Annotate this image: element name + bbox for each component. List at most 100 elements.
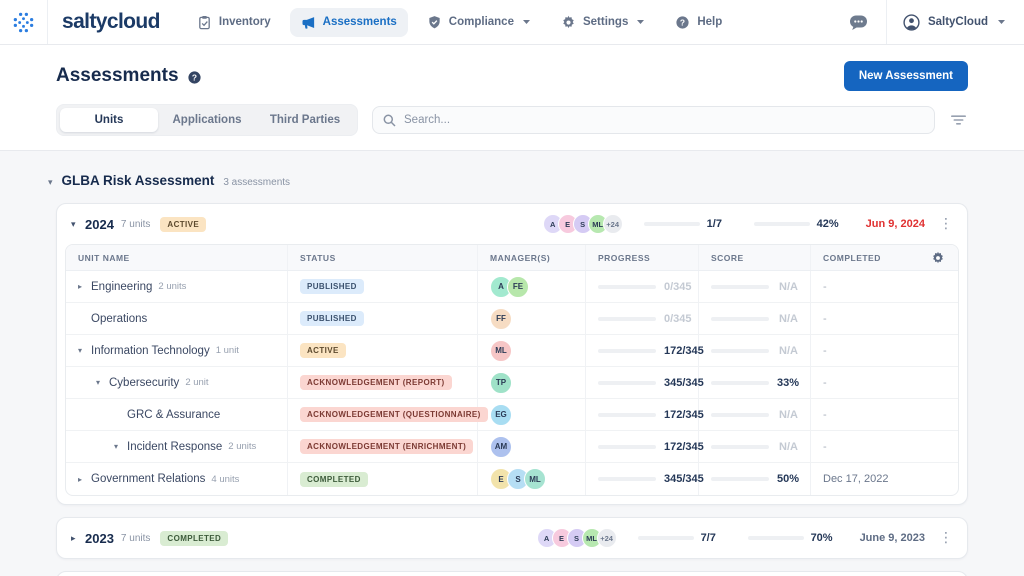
table-row[interactable]: GRC & Assurance ACKNOWLEDGEMENT (QUESTIO… <box>66 399 958 431</box>
app-logo[interactable] <box>0 0 48 44</box>
row-collapse-caret[interactable]: ▾ <box>114 442 127 451</box>
score-cell: 33% <box>699 367 811 398</box>
progress-cell: 345/345 <box>586 367 704 398</box>
status-cell: ACTIVE <box>288 335 478 366</box>
score-track <box>747 536 804 540</box>
due-date: Jun 9, 2024 <box>859 218 925 230</box>
score-label: 42% <box>816 218 839 230</box>
progress-cell: 172/345 <box>586 399 704 430</box>
megaphone-icon <box>301 15 316 30</box>
column-header-score[interactable]: SCORE <box>699 245 811 270</box>
avatar: FE <box>507 275 529 298</box>
nav-item-inventory[interactable]: Inventory <box>186 8 282 37</box>
progress-label: 0/345 <box>664 280 692 293</box>
assessment-card-header[interactable]: ▸ 2022 7 units COMPLETED A E S ML +99 7/… <box>57 572 967 576</box>
card-collapse-caret[interactable]: ▸ <box>71 533 85 544</box>
unit-subcount: 2 units <box>228 441 257 452</box>
assessment-status-badge: COMPLETED <box>160 530 229 546</box>
row-collapse-caret[interactable]: ▸ <box>78 475 91 484</box>
table-row[interactable]: ▾ Information Technology 1 unit ACTIVE M… <box>66 335 958 367</box>
unit-name-cell: Operations <box>66 303 288 334</box>
progress-track <box>643 222 700 226</box>
clipboard-icon <box>197 15 212 30</box>
unit-subcount: 4 units <box>211 473 240 485</box>
search-box[interactable] <box>372 106 935 134</box>
nav-item-compliance[interactable]: Compliance <box>416 8 542 37</box>
completed-cell: - <box>811 303 917 334</box>
table-row[interactable]: ▾ Incident Response 2 units ACKNOWLEDGEM… <box>66 431 958 463</box>
unit-name-cell: ▾ Cybersecurity 2 unit <box>66 367 288 398</box>
nav-item-help[interactable]: ? Help <box>664 8 733 37</box>
managers-cell: E S ML <box>478 463 586 495</box>
search-icon <box>383 114 396 127</box>
row-collapse-caret[interactable]: ▾ <box>78 346 91 355</box>
managers-cell: EG <box>478 399 586 430</box>
avatar: ML <box>490 339 512 362</box>
column-header-status[interactable]: STATUS <box>288 245 478 270</box>
managers-cell: TP <box>478 367 586 398</box>
column-header-manager-s-[interactable]: MANAGER(S) <box>478 245 586 270</box>
unit-name: Cybersecurity <box>109 376 180 389</box>
table-settings-gear-icon[interactable] <box>917 245 958 270</box>
avatar-overflow-count: +24 <box>596 528 617 548</box>
assessment-year: 2023 <box>85 530 114 546</box>
row-actions-cell <box>917 303 958 334</box>
managers-cell: AM <box>478 431 586 462</box>
score-cell: N/A <box>699 335 811 366</box>
unit-name-cell: ▾ Incident Response 2 units <box>66 431 288 462</box>
assessment-card-header[interactable]: ▸ 2023 7 units COMPLETED A E S ML +24 7/… <box>57 518 967 558</box>
table-row[interactable]: ▸ Government Relations 4 units COMPLETED… <box>66 463 958 495</box>
status-badge: ACKNOWLEDGEMENT (ENRICHMENT) <box>300 439 474 454</box>
progress-cell: 172/345 <box>586 335 704 366</box>
brand-wordmark: saltycloud <box>62 10 160 33</box>
score-cell: N/A <box>699 271 811 302</box>
row-menu-icon[interactable]: ⋮ <box>939 530 953 546</box>
unit-subcount: 2 units <box>158 281 187 292</box>
completed-date: - <box>823 344 827 357</box>
tab-units[interactable]: Units <box>60 108 158 132</box>
user-menu[interactable]: SaltyCloud <box>887 13 1024 31</box>
score-track <box>753 222 810 226</box>
avatar: AM <box>490 435 512 458</box>
status-cell: ACKNOWLEDGEMENT (REPORT) <box>288 367 478 398</box>
unit-name-cell: GRC & Assurance <box>66 399 288 430</box>
table-row[interactable]: ▾ Cybersecurity 2 unit ACKNOWLEDGEMENT (… <box>66 367 958 399</box>
row-collapse-caret[interactable]: ▾ <box>96 378 109 387</box>
manager-avatars: E S ML <box>490 468 546 490</box>
search-input[interactable] <box>404 114 924 126</box>
group-collapse-caret[interactable]: ▾ <box>48 177 53 188</box>
avatar-stack: A E S ML <box>542 214 608 234</box>
chat-icon[interactable] <box>849 14 868 31</box>
column-header-progress[interactable]: PROGRESS <box>586 245 699 270</box>
column-header-completed[interactable]: COMPLETED <box>811 245 917 270</box>
row-actions-cell <box>917 367 958 398</box>
score-label: N/A <box>779 440 798 453</box>
status-badge: PUBLISHED <box>300 279 364 294</box>
row-menu-icon[interactable]: ⋮ <box>939 216 953 232</box>
assessment-card-header[interactable]: ▾ 2024 7 units ACTIVE A E S ML +24 1/7 4… <box>57 204 967 244</box>
managers-cell: A FE <box>478 271 586 302</box>
unit-subcount: 2 unit <box>185 377 209 388</box>
avatar: FF <box>490 307 512 330</box>
card-collapse-caret[interactable]: ▾ <box>71 219 85 230</box>
table-row[interactable]: ▸ Engineering 2 units PUBLISHED A FE 0/3… <box>66 271 958 303</box>
completed-date: - <box>823 440 827 453</box>
nav-item-assessments[interactable]: Assessments <box>289 7 408 37</box>
table-header-row: UNIT NAME STATUS MANAGER(S) PROGRESS SCO… <box>66 245 958 271</box>
row-collapse-caret[interactable]: ▸ <box>78 282 91 291</box>
logo-icon <box>12 11 35 34</box>
status-cell: PUBLISHED <box>288 271 478 302</box>
status-cell: PUBLISHED <box>288 303 478 334</box>
unit-name-cell: ▸ Engineering 2 units <box>66 271 288 302</box>
tab-third-parties[interactable]: Third Parties <box>256 108 354 132</box>
title-help-icon[interactable]: ? <box>187 70 202 85</box>
nav-item-settings[interactable]: Settings <box>550 8 656 37</box>
row-actions-cell <box>917 431 958 462</box>
new-assessment-button[interactable]: New Assessment <box>843 61 968 91</box>
filter-icon[interactable] <box>949 111 968 129</box>
group-title: GLBA Risk Assessment <box>61 173 215 188</box>
table-row[interactable]: Operations PUBLISHED FF 0/345 N/A - <box>66 303 958 335</box>
column-header-unit-name[interactable]: UNIT NAME <box>66 245 288 270</box>
completed-cell: Dec 17, 2022 <box>811 463 917 495</box>
tab-applications[interactable]: Applications <box>158 108 256 132</box>
